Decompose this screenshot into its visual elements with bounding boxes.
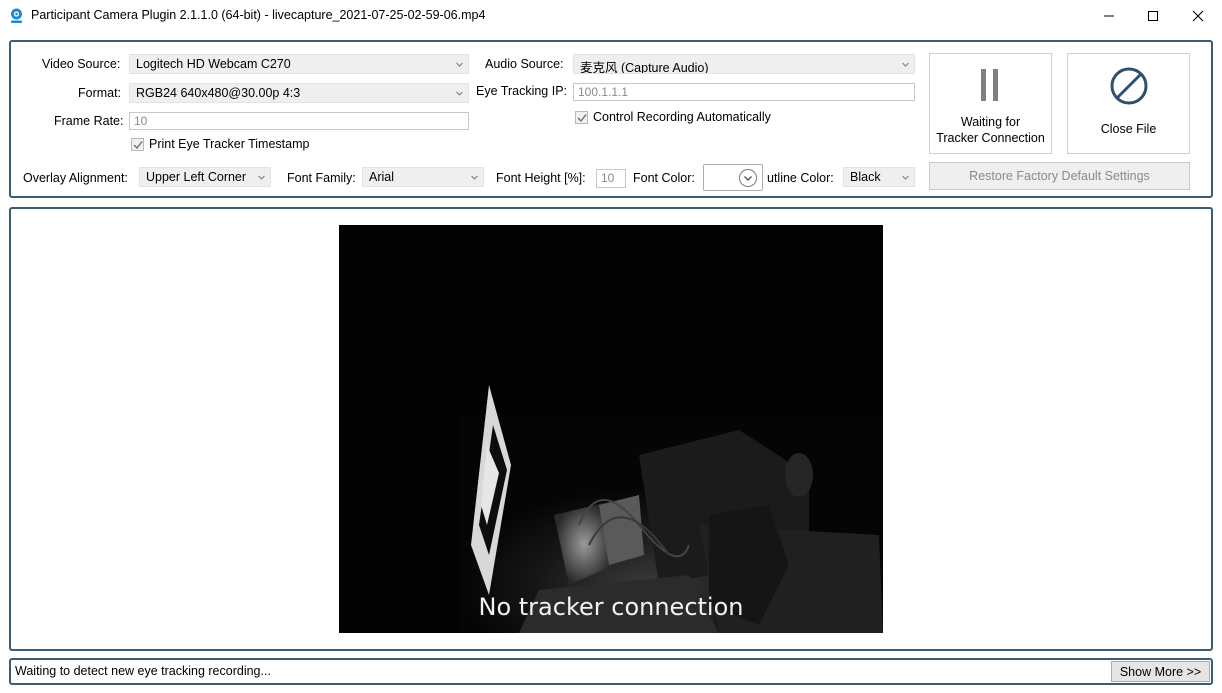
chevron-down-icon bbox=[471, 175, 478, 180]
font-height-label: Font Height [%]: bbox=[496, 171, 586, 185]
no-entry-icon bbox=[1110, 67, 1148, 105]
waiting-tracker-button[interactable]: Waiting for Tracker Connection bbox=[929, 53, 1052, 154]
font-family-label: Font Family: bbox=[287, 171, 356, 185]
show-more-button[interactable]: Show More >> bbox=[1111, 661, 1210, 682]
maximize-button[interactable] bbox=[1130, 0, 1176, 32]
font-color-label: Font Color: bbox=[633, 171, 695, 185]
print-timestamp-label: Print Eye Tracker Timestamp bbox=[149, 137, 310, 151]
close-file-label: Close File bbox=[1100, 122, 1157, 136]
settings-panel: Video Source: Logitech HD Webcam C270 Au… bbox=[9, 40, 1213, 198]
format-value: RGB24 640x480@30.00p 4:3 bbox=[136, 86, 301, 100]
video-source-select[interactable]: Logitech HD Webcam C270 bbox=[129, 54, 469, 74]
chevron-down-icon bbox=[456, 91, 463, 96]
waiting-line2: Tracker Connection bbox=[936, 131, 1045, 145]
minimize-icon bbox=[1104, 15, 1114, 17]
eye-tracking-ip-label: Eye Tracking IP: bbox=[476, 84, 568, 98]
control-recording-label: Control Recording Automatically bbox=[593, 110, 771, 124]
chevron-down-circle-icon bbox=[739, 169, 757, 187]
audio-source-value: 麦克风 (Capture Audio) bbox=[580, 61, 709, 74]
format-label: Format: bbox=[78, 86, 122, 100]
title-bar: Participant Camera Plugin 2.1.1.0 (64-bi… bbox=[0, 0, 1222, 32]
outline-color-select[interactable]: Black bbox=[843, 167, 915, 187]
restore-defaults-button[interactable]: Restore Factory Default Settings bbox=[929, 162, 1190, 190]
audio-source-select[interactable]: 麦克风 (Capture Audio) bbox=[573, 54, 915, 74]
preview-panel: No tracker connection bbox=[9, 207, 1213, 651]
chevron-down-icon bbox=[902, 62, 909, 67]
chevron-down-icon bbox=[258, 175, 265, 180]
eye-tracking-ip-input[interactable]: 100.1.1.1 bbox=[573, 83, 915, 101]
font-color-picker[interactable] bbox=[703, 164, 763, 191]
chevron-down-icon bbox=[902, 175, 909, 180]
camera-scene-image bbox=[339, 225, 883, 633]
pause-icon bbox=[981, 69, 998, 101]
outline-color-value: Black bbox=[850, 170, 881, 184]
print-timestamp-checkbox[interactable] bbox=[131, 138, 144, 151]
overlay-alignment-select[interactable]: Upper Left Corner bbox=[139, 167, 271, 187]
video-source-value: Logitech HD Webcam C270 bbox=[136, 57, 291, 71]
overlay-alignment-label: Overlay Alignment: bbox=[23, 171, 128, 185]
video-source-label: Video Source: bbox=[42, 57, 121, 71]
close-window-button[interactable] bbox=[1175, 0, 1221, 32]
checkmark-icon bbox=[133, 141, 143, 150]
frame-rate-label: Frame Rate: bbox=[54, 114, 124, 128]
camera-preview: No tracker connection bbox=[339, 225, 883, 633]
audio-source-label: Audio Source: bbox=[485, 57, 564, 71]
frame-rate-input[interactable]: 10 bbox=[129, 112, 469, 130]
webcam-icon bbox=[11, 8, 22, 23]
waiting-tracker-text: Waiting for Tracker Connection bbox=[930, 114, 1051, 146]
close-icon bbox=[1192, 10, 1204, 22]
format-select[interactable]: RGB24 640x480@30.00p 4:3 bbox=[129, 83, 469, 103]
maximize-icon bbox=[1148, 11, 1158, 21]
control-recording-checkbox[interactable] bbox=[575, 111, 588, 124]
close-file-button[interactable]: Close File bbox=[1067, 53, 1190, 154]
chevron-down-icon bbox=[456, 62, 463, 67]
font-height-input[interactable]: 10 bbox=[596, 169, 626, 188]
outline-color-label: utline Color: bbox=[767, 171, 834, 185]
status-text: Waiting to detect new eye tracking recor… bbox=[15, 664, 271, 678]
checkmark-icon bbox=[577, 114, 587, 123]
minimize-button[interactable] bbox=[1086, 0, 1132, 32]
window-title: Participant Camera Plugin 2.1.1.0 (64-bi… bbox=[31, 8, 486, 22]
font-family-value: Arial bbox=[369, 170, 395, 184]
overlay-alignment-value: Upper Left Corner bbox=[146, 170, 247, 184]
waiting-line1: Waiting for bbox=[960, 115, 1021, 129]
status-bar: Waiting to detect new eye tracking recor… bbox=[9, 658, 1213, 685]
font-family-select[interactable]: Arial bbox=[362, 167, 484, 187]
overlay-status-text: No tracker connection bbox=[478, 593, 744, 621]
